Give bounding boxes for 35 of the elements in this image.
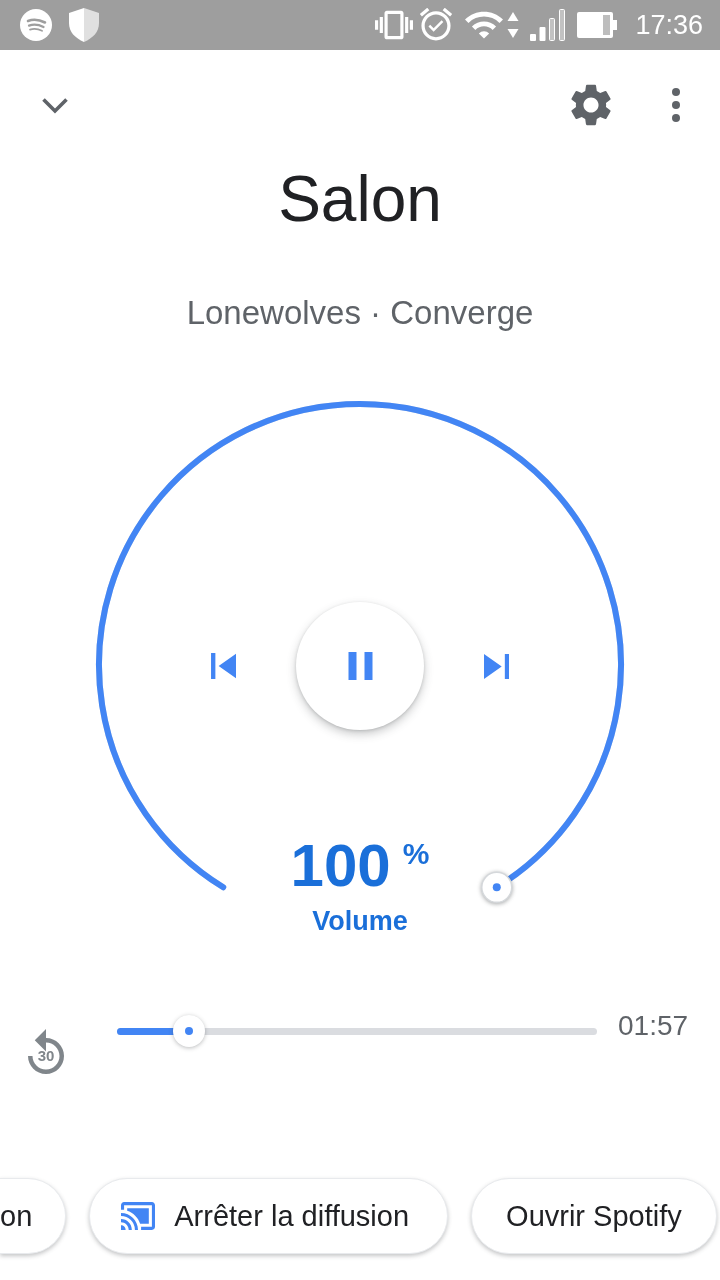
app-icon	[20, 9, 52, 41]
alarm-clock-icon	[418, 8, 455, 42]
signal-icon	[530, 9, 566, 41]
volume-unit: %	[402, 839, 430, 869]
skip-previous-icon	[211, 653, 236, 679]
settings-button[interactable]	[571, 84, 611, 126]
skip-next-icon	[484, 653, 509, 679]
volume-thumb[interactable]	[481, 871, 513, 904]
volume-label: Volume	[312, 906, 408, 936]
chevron-down-icon	[41, 96, 69, 114]
seek-thumb[interactable]	[173, 1015, 205, 1047]
volume-value: 100	[290, 836, 391, 896]
previous-button[interactable]	[211, 653, 236, 679]
collapse-button[interactable]	[41, 96, 69, 114]
track-time: 01:57	[618, 1010, 689, 1042]
action-chip[interactable]: on	[0, 1178, 67, 1254]
next-button[interactable]	[484, 653, 509, 679]
data-arrows-icon	[507, 11, 520, 39]
shield-icon	[69, 8, 99, 42]
vibrate-icon	[375, 10, 414, 40]
pause-button[interactable]	[296, 602, 424, 730]
now-playing-text: Lonewolves · Converge	[186, 293, 534, 333]
wifi-icon	[465, 11, 504, 39]
action-chip[interactable]: Ouvrir Spotify	[471, 1178, 717, 1254]
battery-icon	[577, 12, 618, 38]
cast-icon	[121, 1202, 156, 1230]
status-time: 17:36	[635, 9, 703, 41]
more-button[interactable]	[671, 88, 681, 122]
more-vertical-icon	[671, 88, 681, 122]
settings-icon	[571, 84, 611, 126]
circular-arrow-icon	[28, 1028, 64, 1074]
device-name: Salon	[278, 162, 442, 236]
seek-slider[interactable]	[117, 1015, 597, 1047]
rewind-button[interactable]: 30	[24, 1025, 68, 1077]
stop-casting-chip[interactable]: Arrêter la diffusion	[89, 1178, 449, 1254]
